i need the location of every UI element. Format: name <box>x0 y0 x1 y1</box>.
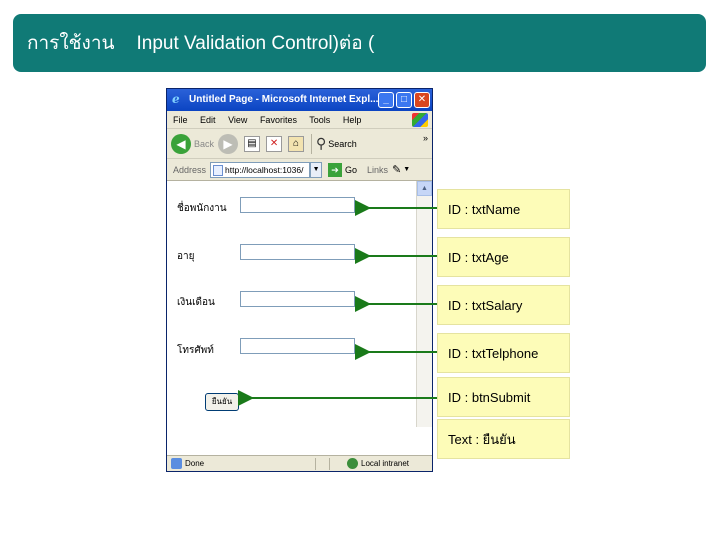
annotation-submit-text: Text : ยืนยัน <box>437 419 570 459</box>
annotation-txtSalary: ID : txtSalary <box>437 285 570 325</box>
annotation-txtAge: ID : txtAge <box>437 237 570 277</box>
annotation-btnSubmit: ID : btnSubmit <box>437 377 570 417</box>
callout-arrows <box>238 200 437 406</box>
annotation-txtName: ID : txtName <box>437 189 570 229</box>
annotation-txtTelphone: ID : txtTelphone <box>437 333 570 373</box>
